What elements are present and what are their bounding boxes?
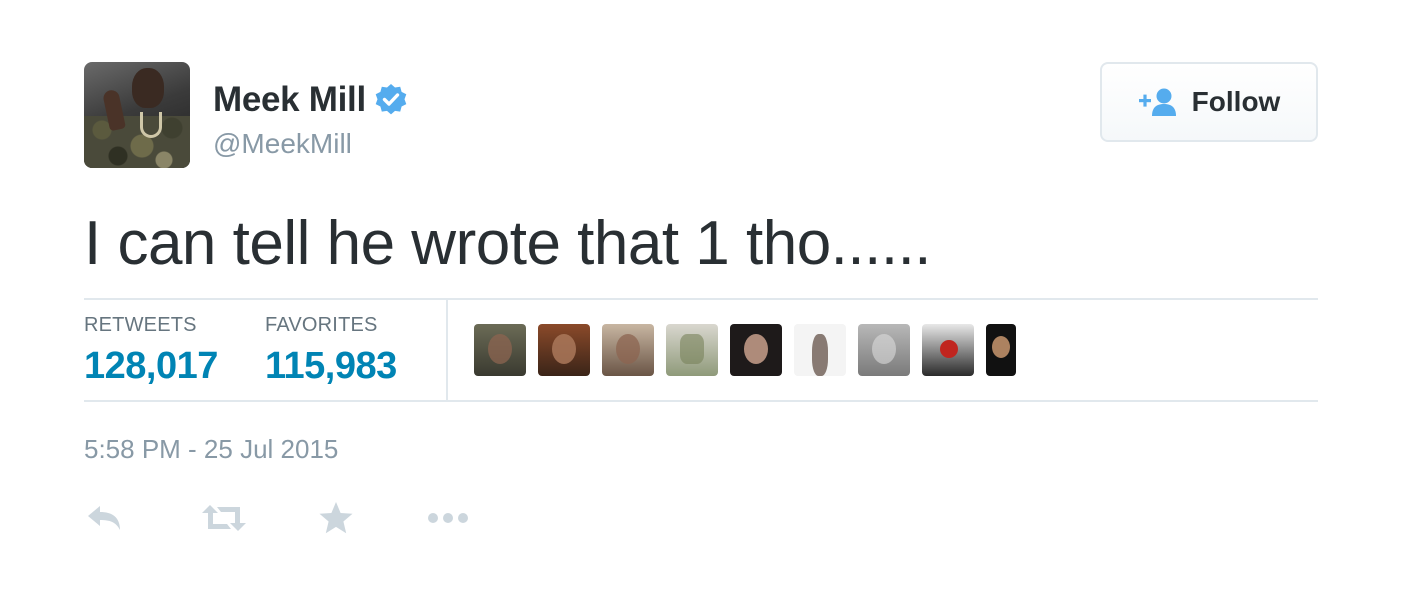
avatar[interactable] xyxy=(84,62,190,168)
tweet-card: Meek Mill @MeekMill Follow I can tell he… xyxy=(0,0,1402,606)
reply-button[interactable] xyxy=(84,498,200,538)
favoriter-avatar[interactable] xyxy=(730,324,782,376)
add-user-icon xyxy=(1138,87,1180,117)
retweet-icon xyxy=(200,503,248,533)
display-name[interactable]: Meek Mill xyxy=(213,80,366,120)
retweets-stat[interactable]: RETWEETS 128,017 xyxy=(84,314,218,388)
retweets-label: RETWEETS xyxy=(84,314,197,336)
more-button[interactable] xyxy=(426,498,542,538)
user-handle[interactable]: @MeekMill xyxy=(213,128,352,160)
follow-label: Follow xyxy=(1191,86,1281,117)
stats-separator xyxy=(446,300,448,400)
favoriter-avatars xyxy=(474,324,1016,376)
favoriter-avatar[interactable] xyxy=(794,324,846,376)
retweets-count: 128,017 xyxy=(84,345,218,387)
favorites-stat[interactable]: FAVORITES 115,983 xyxy=(265,314,397,388)
stats-divider-bottom xyxy=(84,400,1318,402)
avatar-clothing xyxy=(84,116,190,168)
reply-icon xyxy=(84,503,124,533)
avatar-chain xyxy=(140,112,162,138)
favoriter-avatar[interactable] xyxy=(538,324,590,376)
favorites-label: FAVORITES xyxy=(265,314,378,336)
favoriter-avatar[interactable] xyxy=(858,324,910,376)
favorite-button[interactable] xyxy=(318,498,426,538)
follow-button[interactable]: Follow xyxy=(1100,62,1318,142)
favoriter-avatar[interactable] xyxy=(474,324,526,376)
name-row: Meek Mill xyxy=(213,80,408,120)
favoriter-avatar[interactable] xyxy=(986,324,1016,376)
tweet-text: I can tell he wrote that 1 tho...... xyxy=(84,209,932,278)
retweet-button[interactable] xyxy=(200,498,318,538)
favoriter-avatar[interactable] xyxy=(922,324,974,376)
tweet-actions xyxy=(84,498,542,538)
favorites-count: 115,983 xyxy=(265,345,397,387)
favoriter-avatar[interactable] xyxy=(602,324,654,376)
more-icon xyxy=(426,511,470,525)
verified-badge-icon xyxy=(374,83,408,117)
star-icon xyxy=(318,501,354,535)
stats-divider-top xyxy=(84,298,1318,300)
tweet-timestamp[interactable]: 5:58 PM - 25 Jul 2015 xyxy=(84,434,338,465)
favoriter-avatar[interactable] xyxy=(666,324,718,376)
avatar-head xyxy=(132,68,164,108)
